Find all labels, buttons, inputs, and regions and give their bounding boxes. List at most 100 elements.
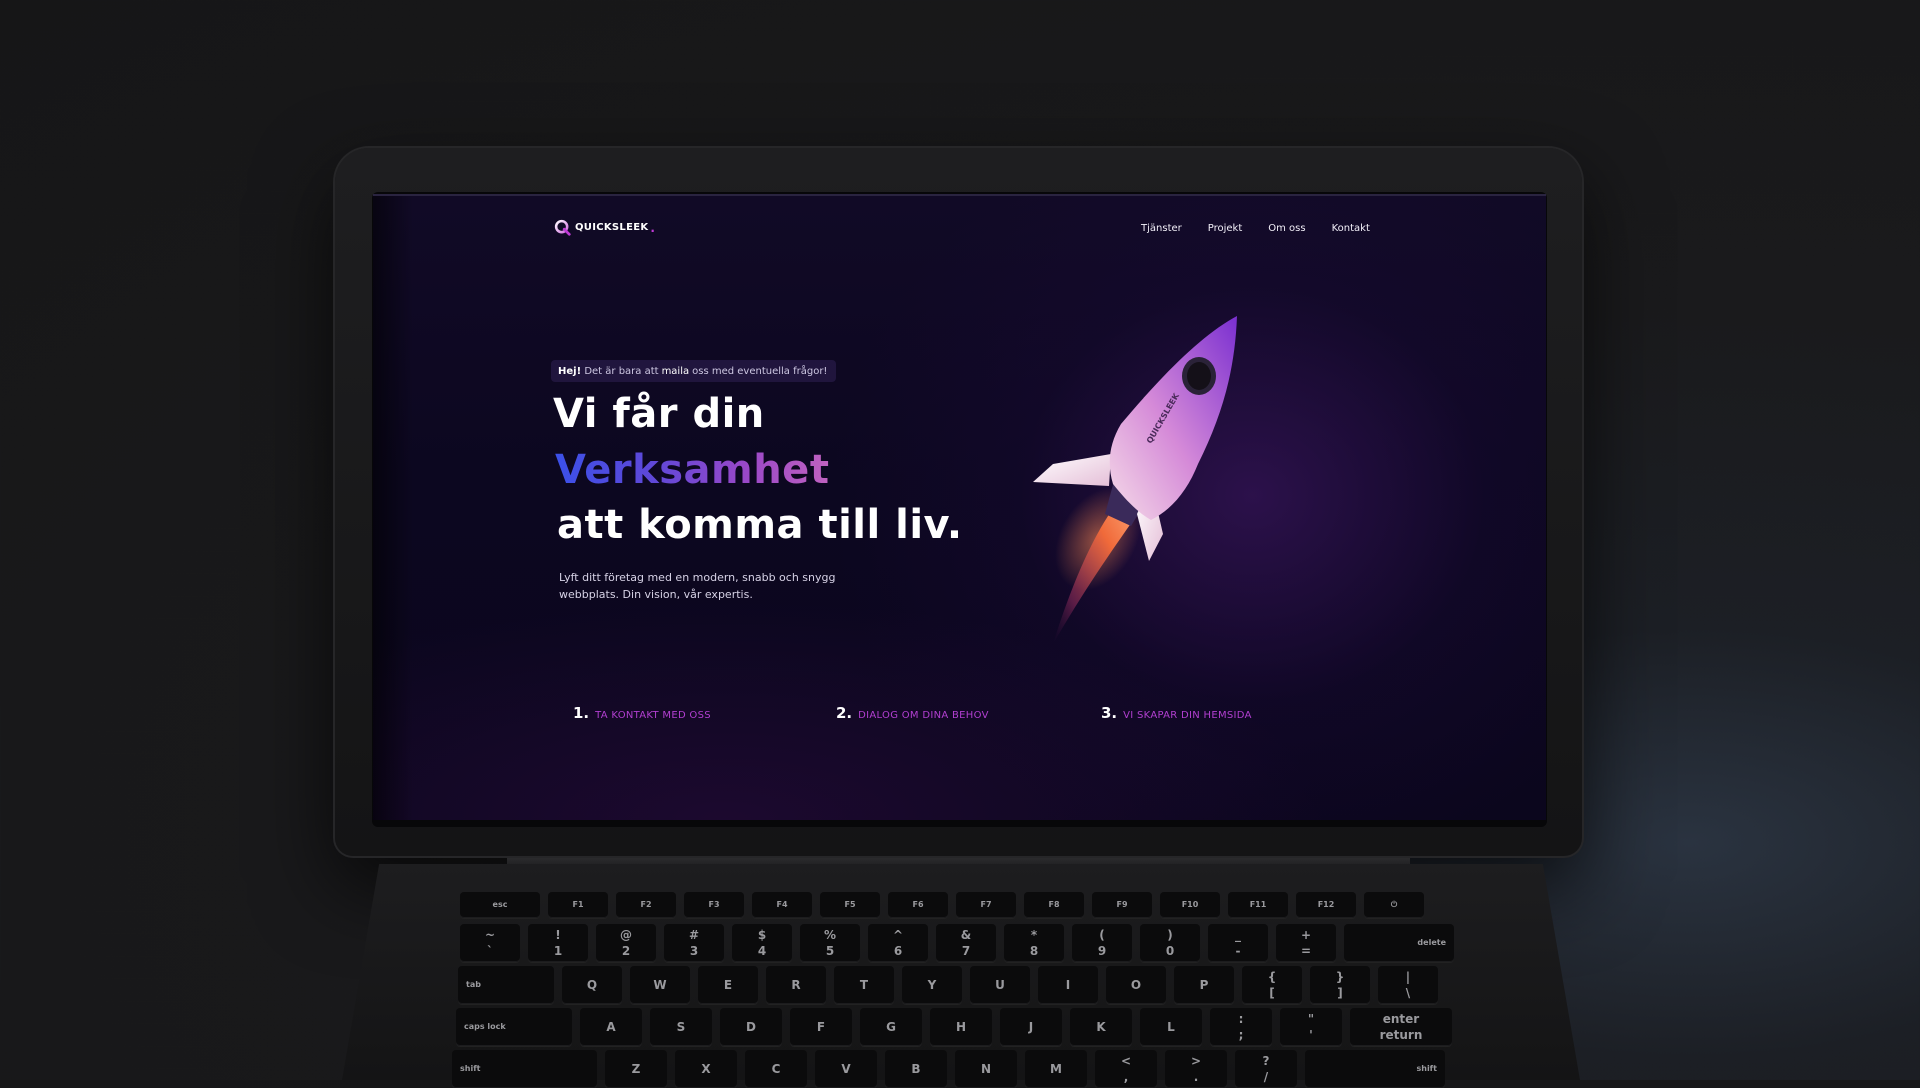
key-f11-fn[interactable]: F11 bbox=[1228, 892, 1288, 918]
key-f7-fn[interactable]: F7 bbox=[956, 892, 1016, 918]
key-12[interactable]: + = bbox=[1276, 924, 1336, 962]
key-i[interactable]: I bbox=[1038, 966, 1098, 1004]
key-j[interactable]: J bbox=[1000, 1008, 1062, 1046]
key-5[interactable]: % 5 bbox=[800, 924, 860, 962]
contact-pill[interactable]: Hej! Det är bara att maila oss med eventue… bbox=[551, 360, 837, 382]
hero-description: Lyft ditt företag med en modern, snabb o… bbox=[559, 571, 836, 601]
key-delete[interactable]: delete bbox=[1344, 924, 1454, 962]
step-3: 3. VI SKAPAR DIN HEMSIDA bbox=[1101, 704, 1252, 722]
key-tab[interactable]: tab bbox=[458, 966, 554, 1004]
key-bracket-2[interactable]: | \ bbox=[1378, 966, 1438, 1004]
key-a[interactable]: A bbox=[580, 1008, 642, 1046]
key-legend-bottom: [ bbox=[1269, 986, 1275, 1000]
key-enter[interactable]: enter return bbox=[1350, 1008, 1452, 1046]
key-s[interactable]: S bbox=[650, 1008, 712, 1046]
key-9[interactable]: (9 bbox=[1072, 924, 1132, 962]
key-f4-fn[interactable]: F4 bbox=[752, 892, 812, 918]
key-6[interactable]: ^ 6 bbox=[868, 924, 928, 962]
key-w[interactable]: W bbox=[630, 966, 690, 1004]
key-shift-left[interactable]: shift bbox=[452, 1050, 597, 1088]
key-legend-bottom: 4 bbox=[757, 944, 767, 958]
key-8[interactable]: * 8 bbox=[1004, 924, 1064, 962]
key-legend-bottom: ; bbox=[1238, 1028, 1244, 1042]
key-bracket-1[interactable]: }] bbox=[1310, 966, 1370, 1004]
key-legend-top: | bbox=[1405, 970, 1411, 984]
key-punct-b0[interactable]: <, bbox=[1095, 1050, 1157, 1088]
key-punct-1[interactable]: " ' bbox=[1280, 1008, 1342, 1046]
laptop-screen: QUICKSLEEK. Tjänster Projekt Om oss Kont… bbox=[373, 194, 1546, 820]
step-2: 2. DIALOG OM DINA BEHOV bbox=[836, 704, 989, 722]
key-b[interactable]: B bbox=[885, 1050, 947, 1088]
key-caps-lock[interactable]: caps lock bbox=[456, 1008, 572, 1046]
key-p[interactable]: P bbox=[1174, 966, 1234, 1004]
key-m[interactable]: M bbox=[1025, 1050, 1087, 1088]
site-logo[interactable]: QUICKSLEEK. bbox=[554, 219, 655, 236]
key-f2-fn[interactable]: F2 bbox=[616, 892, 676, 918]
logo-text: QUICKSLEEK bbox=[575, 222, 649, 233]
key-2[interactable]: @2 bbox=[596, 924, 656, 962]
key-o[interactable]: O bbox=[1106, 966, 1166, 1004]
key--fn[interactable]: ⏻ bbox=[1364, 892, 1424, 918]
key-e[interactable]: E bbox=[698, 966, 758, 1004]
key-legend-top: $ bbox=[757, 928, 767, 942]
key-3[interactable]: #3 bbox=[664, 924, 724, 962]
key-1[interactable]: ! 1 bbox=[528, 924, 588, 962]
key-esc-fn[interactable]: esc bbox=[460, 892, 540, 918]
key-q[interactable]: Q bbox=[562, 966, 622, 1004]
key-legend-bottom: 5 bbox=[825, 944, 835, 958]
key-k[interactable]: K bbox=[1070, 1008, 1132, 1046]
key-g[interactable]: G bbox=[860, 1008, 922, 1046]
key-shift-right[interactable]: shift bbox=[1305, 1050, 1445, 1088]
nav-item-tjanster[interactable]: Tjänster bbox=[1141, 223, 1182, 234]
step-label[interactable]: TA KONTAKT MED OSS bbox=[595, 710, 711, 721]
pill-mail-link[interactable]: maila bbox=[662, 366, 690, 377]
key-punct-b1[interactable]: >. bbox=[1165, 1050, 1227, 1088]
key-10[interactable]: ) 0 bbox=[1140, 924, 1200, 962]
main-nav: Tjänster Projekt Om oss Kontakt bbox=[1141, 223, 1370, 234]
key-0[interactable]: ~ ` bbox=[460, 924, 520, 962]
step-number: 1. bbox=[573, 704, 590, 722]
nav-item-projekt[interactable]: Projekt bbox=[1208, 223, 1243, 234]
key-u[interactable]: U bbox=[970, 966, 1030, 1004]
key-f5-fn[interactable]: F5 bbox=[820, 892, 880, 918]
key-x[interactable]: X bbox=[675, 1050, 737, 1088]
key-f8-fn[interactable]: F8 bbox=[1024, 892, 1084, 918]
key-11[interactable]: _ - bbox=[1208, 924, 1268, 962]
key-l[interactable]: L bbox=[1140, 1008, 1202, 1046]
key-n[interactable]: N bbox=[955, 1050, 1017, 1088]
key-legend-top: ^ bbox=[892, 928, 904, 942]
key-f3-fn[interactable]: F3 bbox=[684, 892, 744, 918]
key-punct-0[interactable]: :; bbox=[1210, 1008, 1272, 1046]
key-d[interactable]: D bbox=[720, 1008, 782, 1046]
hero-heading-line-1: Vi får din bbox=[553, 391, 765, 437]
key-legend-top: : bbox=[1238, 1012, 1244, 1026]
key-f10-fn[interactable]: F10 bbox=[1160, 892, 1220, 918]
key-c[interactable]: C bbox=[745, 1050, 807, 1088]
key-legend-bottom: return bbox=[1379, 1028, 1423, 1042]
key-legend-bottom: , bbox=[1123, 1070, 1129, 1084]
key-r[interactable]: R bbox=[766, 966, 826, 1004]
key-7[interactable]: & 7 bbox=[936, 924, 996, 962]
key-legend-bottom: 8 bbox=[1029, 944, 1039, 958]
key-f6-fn[interactable]: F6 bbox=[888, 892, 948, 918]
key-legend-top: < bbox=[1120, 1054, 1132, 1068]
key-4[interactable]: $4 bbox=[732, 924, 792, 962]
key-y[interactable]: Y bbox=[902, 966, 962, 1004]
key-bracket-0[interactable]: {[ bbox=[1242, 966, 1302, 1004]
key-t[interactable]: T bbox=[834, 966, 894, 1004]
nav-item-kontakt[interactable]: Kontakt bbox=[1332, 223, 1370, 234]
key-z[interactable]: Z bbox=[605, 1050, 667, 1088]
nav-item-om-oss[interactable]: Om oss bbox=[1268, 223, 1305, 234]
key-f12-fn[interactable]: F12 bbox=[1296, 892, 1356, 918]
key-f9-fn[interactable]: F9 bbox=[1092, 892, 1152, 918]
key-legend-bottom: ' bbox=[1309, 1028, 1313, 1042]
key-h[interactable]: H bbox=[930, 1008, 992, 1046]
key-legend-top: _ bbox=[1235, 928, 1241, 942]
key-punct-b2[interactable]: ? / bbox=[1235, 1050, 1297, 1088]
key-v[interactable]: V bbox=[815, 1050, 877, 1088]
key-f1-fn[interactable]: F1 bbox=[548, 892, 608, 918]
key-f[interactable]: F bbox=[790, 1008, 852, 1046]
key-legend-bottom: 3 bbox=[689, 944, 699, 958]
step-label[interactable]: VI SKAPAR DIN HEMSIDA bbox=[1123, 710, 1252, 721]
step-label[interactable]: DIALOG OM DINA BEHOV bbox=[858, 710, 989, 721]
